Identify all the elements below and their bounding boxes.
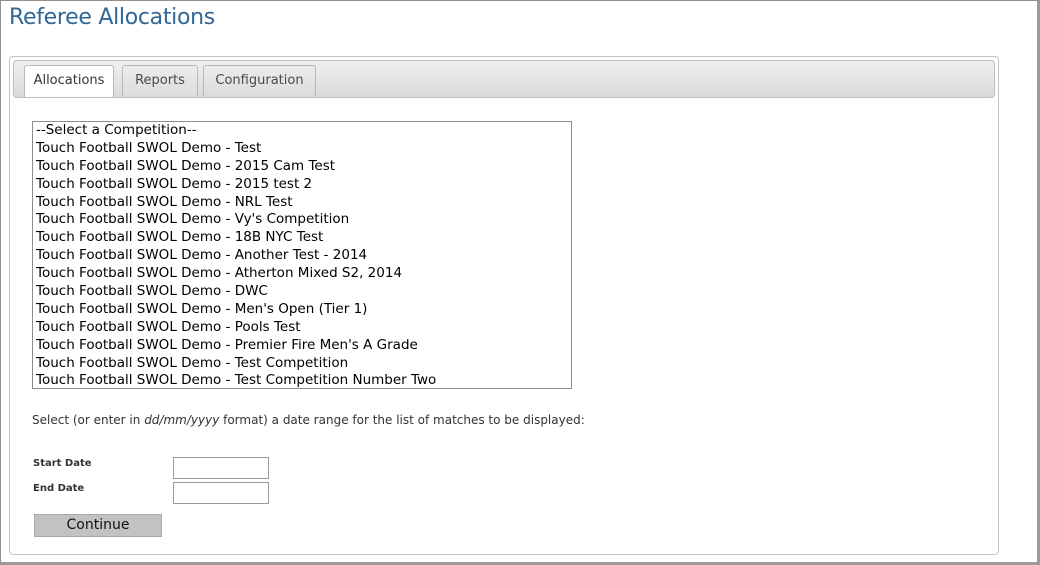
instruction-text-end: format) a date range for the list of mat… <box>219 413 585 427</box>
tab-allocations[interactable]: Allocations <box>24 65 114 97</box>
start-date-label: Start Date <box>33 458 92 469</box>
end-date-input[interactable] <box>173 482 269 504</box>
continue-button[interactable]: Continue <box>34 514 162 537</box>
competition-option[interactable]: Touch Football SWOL Demo - 2015 Cam Test <box>33 158 571 176</box>
tab-reports[interactable]: Reports <box>122 65 198 96</box>
date-format-hint: dd/mm/yyyy <box>144 413 220 427</box>
competition-option[interactable]: Touch Football SWOL Demo - NRL Test <box>33 194 571 212</box>
competition-option[interactable]: Touch Football SWOL Demo - Vy's Competit… <box>33 211 571 229</box>
instruction-text-start: Select (or enter in <box>32 413 145 427</box>
competition-option[interactable]: Touch Football SWOL Demo - 18B NYC Test <box>33 229 571 247</box>
competition-option[interactable]: Touch Football SWOL Demo - 2015 test 2 <box>33 176 571 194</box>
competition-option[interactable]: Touch Football SWOL Demo - Atherton Mixe… <box>33 265 571 283</box>
end-date-label: End Date <box>33 483 85 494</box>
competition-option[interactable]: Touch Football SWOL Demo - Pools Test <box>33 319 571 337</box>
tab-configuration[interactable]: Configuration <box>203 65 316 96</box>
competition-option[interactable]: Touch Football SWOL Demo - Premier Fire … <box>33 337 571 355</box>
competition-option[interactable]: Touch Football SWOL Demo - Another Test … <box>33 247 571 265</box>
competition-option[interactable]: Touch Football SWOL Demo - Men's Open (T… <box>33 301 571 319</box>
tab-bar: Allocations Reports Configuration <box>13 60 995 98</box>
start-date-input[interactable] <box>173 457 269 479</box>
competition-option[interactable]: Touch Football SWOL Demo - Test <box>33 140 571 158</box>
date-range-instruction: Select (or enter in dd/mm/yyyy format) a… <box>32 413 585 427</box>
app-window: Referee Allocations Allocations Reports … <box>0 0 1040 565</box>
competition-option[interactable]: Touch Football SWOL Demo - Test Competit… <box>33 355 571 373</box>
page-title: Referee Allocations <box>9 5 215 30</box>
competition-placeholder-option[interactable]: --Select a Competition-- <box>33 122 571 140</box>
competition-listbox[interactable]: --Select a Competition-- Touch Football S… <box>32 121 572 389</box>
competition-option[interactable]: Touch Football SWOL Demo - DWC <box>33 283 571 301</box>
allocations-panel: Allocations Reports Configuration --Sele… <box>9 56 999 555</box>
competition-option[interactable]: Touch Football SWOL Demo - Test Competit… <box>33 372 571 388</box>
